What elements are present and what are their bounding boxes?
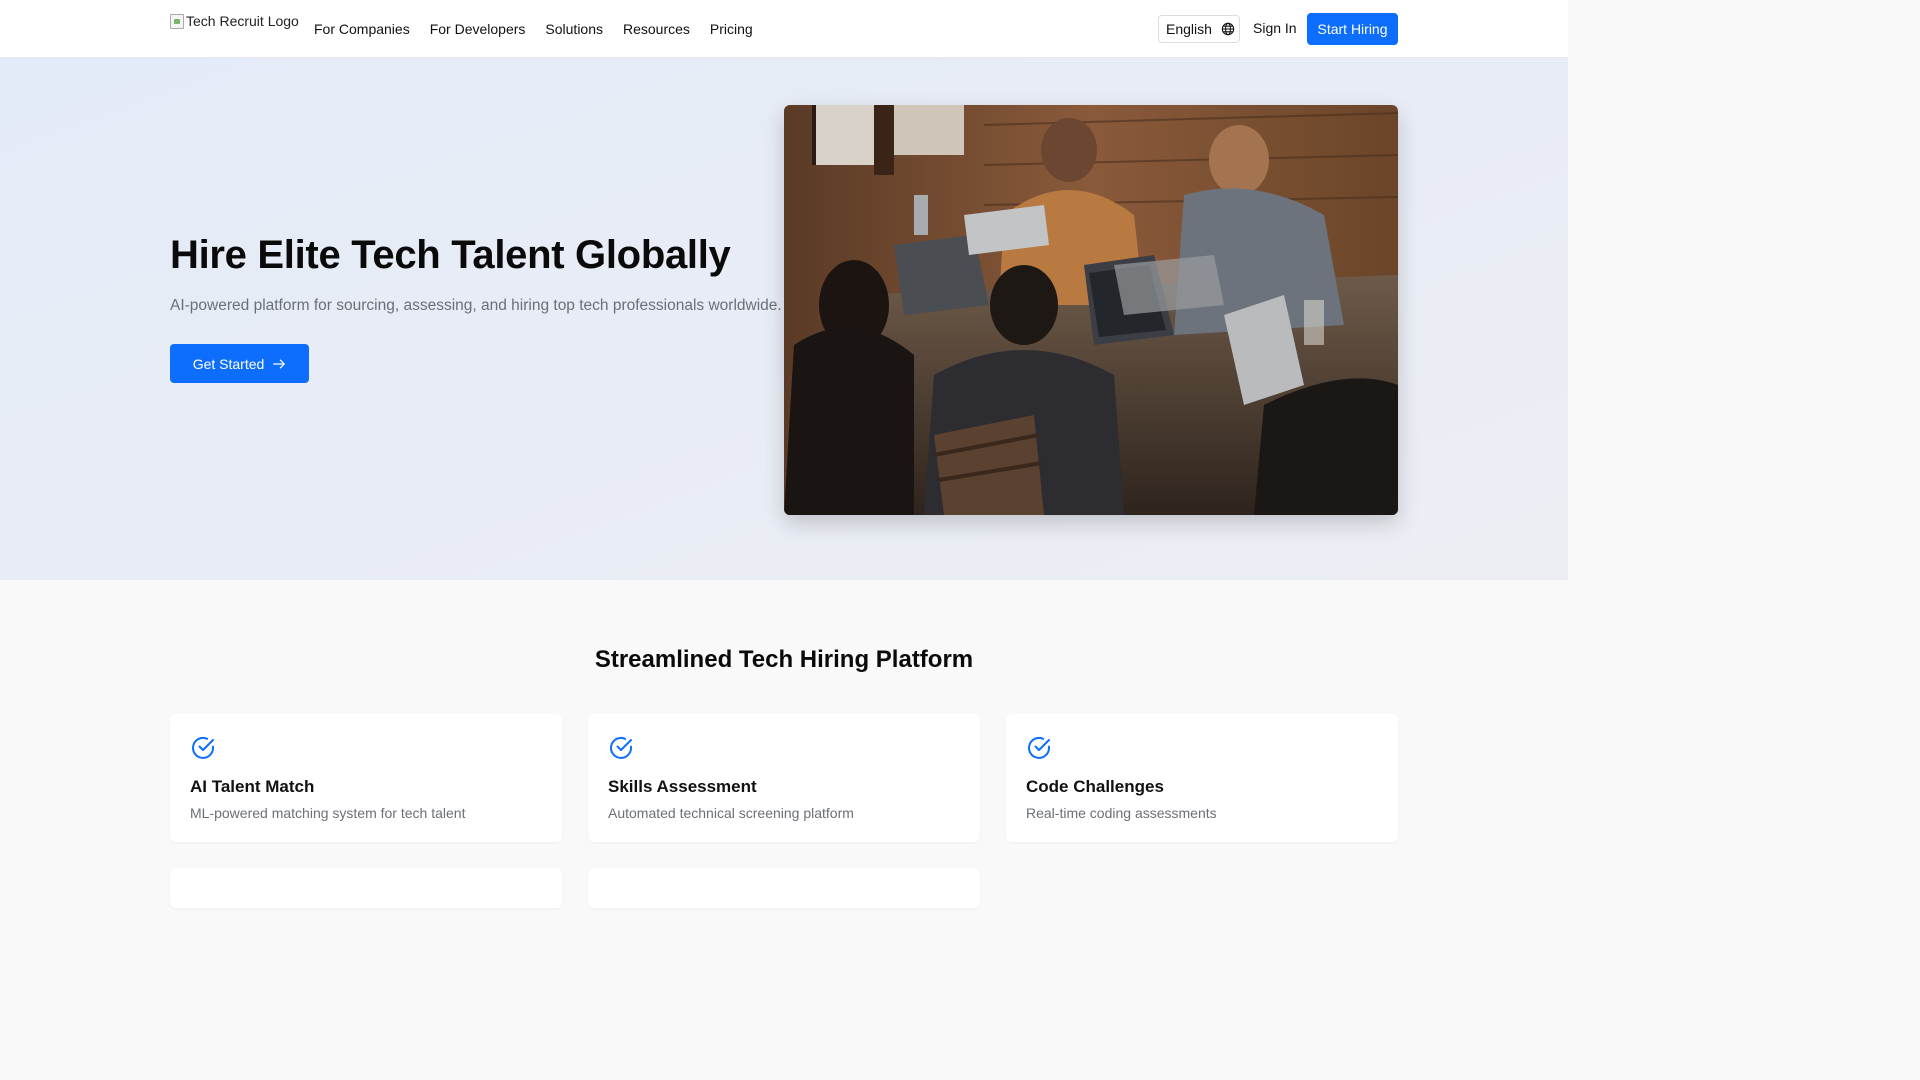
site-header: Tech Recruit Logo For Companies For Deve… xyxy=(0,0,1568,58)
feature-card-partial xyxy=(170,868,562,908)
features-section: Streamlined Tech Hiring Platform AI Tale… xyxy=(0,580,1568,908)
nav-solutions[interactable]: Solutions xyxy=(545,21,603,37)
check-circle-icon xyxy=(610,736,632,759)
feature-description: Real-time coding assessments xyxy=(1026,805,1217,821)
logo-alt-text: Tech Recruit Logo xyxy=(186,13,299,29)
feature-description: Automated technical screening platform xyxy=(608,805,854,821)
start-hiring-button[interactable]: Start Hiring xyxy=(1307,13,1398,45)
hero-team-photo xyxy=(784,105,1398,515)
feature-card-partial xyxy=(588,868,980,908)
feature-title: Code Challenges xyxy=(1026,777,1164,796)
hero-title: Hire Elite Tech Talent Globally xyxy=(170,233,731,277)
check-circle-icon xyxy=(192,736,214,759)
main-nav: For Companies For Developers Solutions R… xyxy=(314,0,753,58)
broken-image-icon xyxy=(170,13,184,29)
nav-resources[interactable]: Resources xyxy=(623,21,690,37)
feature-card: AI Talent Match ML-powered matching syst… xyxy=(170,714,562,842)
hero-section: Hire Elite Tech Talent Globally AI-power… xyxy=(0,58,1568,580)
feature-description: ML-powered matching system for tech tale… xyxy=(190,805,466,821)
check-circle-icon xyxy=(1028,736,1050,759)
nav-for-developers[interactable]: For Developers xyxy=(430,21,526,37)
logo[interactable]: Tech Recruit Logo xyxy=(170,13,299,29)
feature-card: Skills Assessment Automated technical sc… xyxy=(588,714,980,842)
nav-for-companies[interactable]: For Companies xyxy=(314,21,410,37)
nav-pricing[interactable]: Pricing xyxy=(710,21,753,37)
hero-subtitle: AI-powered platform for sourcing, assess… xyxy=(170,297,782,314)
sign-in-link[interactable]: Sign In xyxy=(1253,20,1297,36)
language-selector[interactable]: English xyxy=(1158,15,1240,43)
get-started-label: Get Started xyxy=(192,355,265,372)
feature-card: Code Challenges Real-time coding assessm… xyxy=(1006,714,1398,842)
get-started-button[interactable]: Get Started xyxy=(170,344,309,383)
globe-icon xyxy=(1221,22,1235,36)
language-label: English xyxy=(1166,21,1212,37)
feature-title: Skills Assessment xyxy=(608,777,757,796)
feature-title: AI Talent Match xyxy=(190,777,315,796)
arrow-right-icon xyxy=(273,358,286,369)
features-title: Streamlined Tech Hiring Platform xyxy=(594,646,974,673)
